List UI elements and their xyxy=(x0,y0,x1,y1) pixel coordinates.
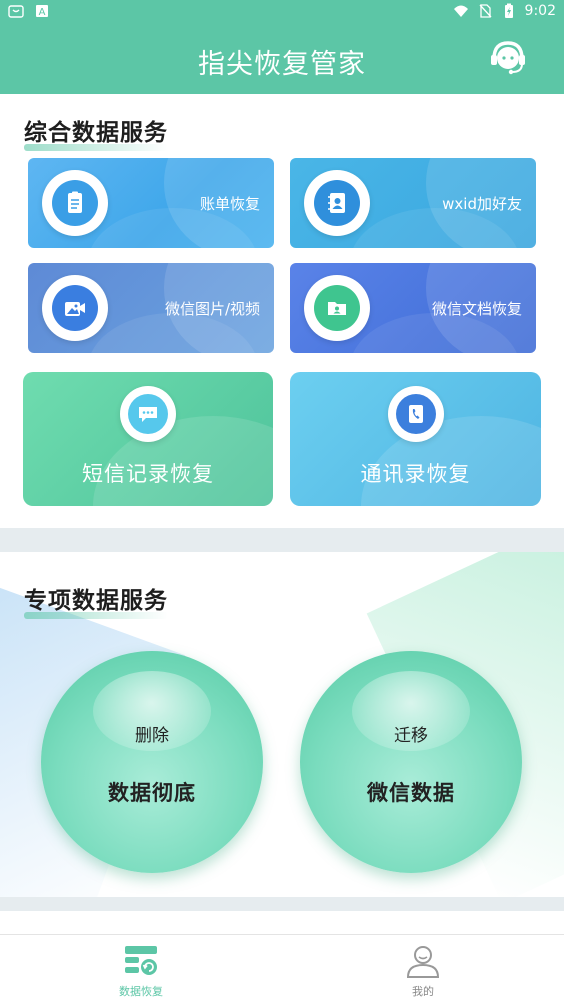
tab-mine[interactable]: 我的 xyxy=(282,935,564,1002)
section-divider xyxy=(0,528,564,552)
folder-icon xyxy=(328,302,346,315)
sms-icon xyxy=(139,407,157,422)
battery-icon xyxy=(504,3,513,18)
card-label: 微信文档恢复 xyxy=(431,299,522,318)
tab-data-recovery[interactable]: 数据恢复 xyxy=(0,935,282,1002)
card-contacts-recovery[interactable]: 通讯录恢复 xyxy=(290,372,541,506)
section-title-special: 专项数据服务 xyxy=(24,581,168,619)
tab-label: 数据恢复 xyxy=(119,985,163,998)
card-label: 短信记录恢复 xyxy=(82,462,214,486)
card-bill-recovery[interactable]: 账单恢复 xyxy=(28,158,274,248)
section-title-general-text: 综合数据服务 xyxy=(24,120,168,146)
app-header: 指尖恢复管家 xyxy=(0,24,564,94)
card-wxid-add-friend[interactable]: wxid加好友 xyxy=(290,158,536,248)
image-video-icon xyxy=(65,302,85,316)
app-title: 指尖恢复管家 xyxy=(198,49,366,80)
orb-migrate-wechat[interactable]: 迁移 微信数据 xyxy=(300,651,522,873)
card-wechat-image-video[interactable]: 微信图片/视频 xyxy=(28,263,274,353)
wifi-icon xyxy=(453,5,468,17)
customer-service-icon[interactable] xyxy=(488,38,528,78)
clock: 9:02 xyxy=(524,3,556,19)
store-notification-icon xyxy=(8,5,24,18)
orb-small-label: 删除 xyxy=(135,726,169,746)
orb-big-label: 微信数据 xyxy=(367,781,455,805)
status-bar: A 9:02 xyxy=(0,0,564,24)
card-label: 通讯录恢复 xyxy=(360,462,471,486)
data-recovery-icon xyxy=(125,946,157,975)
user-profile-icon xyxy=(406,946,440,978)
svg-text:A: A xyxy=(39,7,46,18)
no-sim-icon xyxy=(479,4,492,18)
section-title-general: 综合数据服务 xyxy=(24,113,168,151)
card-label: 微信图片/视频 xyxy=(164,299,260,318)
font-notification-icon: A xyxy=(36,5,48,18)
orb-delete-data[interactable]: 删除 数据彻底 xyxy=(41,651,263,873)
orb-big-label: 数据彻底 xyxy=(108,781,196,805)
bottom-tab-bar: 数据恢复 我的 xyxy=(0,934,564,1002)
phone-contacts-icon xyxy=(408,405,423,423)
section-divider xyxy=(0,897,564,911)
card-sms-recovery[interactable]: 短信记录恢复 xyxy=(23,372,273,506)
tab-label: 我的 xyxy=(412,985,434,998)
orb-small-label: 迁移 xyxy=(394,726,428,746)
section-title-special-text: 专项数据服务 xyxy=(24,588,168,614)
card-label: 账单恢复 xyxy=(199,194,260,213)
card-label: wxid加好友 xyxy=(442,194,522,213)
contact-book-icon xyxy=(328,193,345,213)
card-wechat-doc-recovery[interactable]: 微信文档恢复 xyxy=(290,263,536,353)
bill-icon xyxy=(68,191,82,213)
